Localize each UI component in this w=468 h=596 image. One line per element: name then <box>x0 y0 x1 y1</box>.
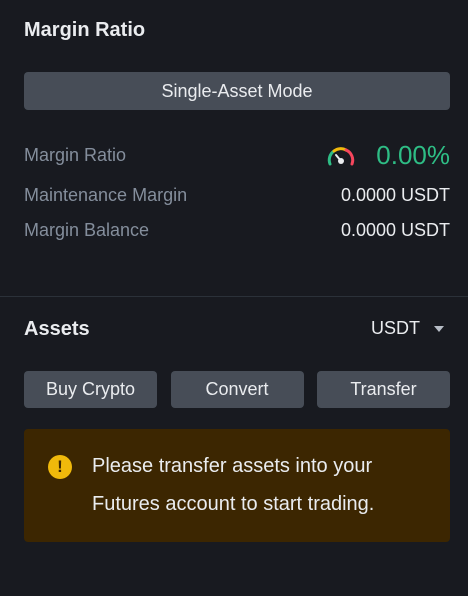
gauge-icon <box>328 146 355 165</box>
margin-ratio-value: 0.00% <box>376 140 450 170</box>
convert-button[interactable]: Convert <box>170 371 304 408</box>
transfer-notice: ! Please transfer assets into your Futur… <box>24 429 450 542</box>
single-asset-mode-button[interactable]: Single-Asset Mode <box>24 72 450 110</box>
maintenance-margin-value: 0.0000 USDT <box>340 185 450 205</box>
margin-ratio-title: Margin Ratio <box>24 19 146 41</box>
transfer-button[interactable]: Transfer <box>317 371 450 408</box>
asset-currency-select[interactable]: USDT <box>371 318 444 339</box>
assets-title: Assets <box>24 318 90 340</box>
warning-icon: ! <box>48 455 72 479</box>
notice-text: Please transfer assets into your Futures… <box>92 455 375 515</box>
margin-ratio-label: Margin Ratio <box>24 145 127 165</box>
section-divider <box>0 296 468 297</box>
margin-balance-label: Margin Balance <box>24 220 150 240</box>
buy-crypto-button[interactable]: Buy Crypto <box>24 371 157 408</box>
margin-balance-row: Margin Balance 0.0000 USDT <box>24 220 450 241</box>
caret-down-icon <box>434 325 444 332</box>
asset-currency-value: USDT <box>371 318 420 338</box>
margin-ratio-row: Margin Ratio 0.00% <box>24 140 450 171</box>
maintenance-margin-label: Maintenance Margin <box>24 185 188 205</box>
margin-balance-value: 0.0000 USDT <box>340 220 450 240</box>
maintenance-margin-row: Maintenance Margin 0.0000 USDT <box>24 185 450 206</box>
asset-actions: Buy Crypto Convert Transfer <box>24 371 450 408</box>
